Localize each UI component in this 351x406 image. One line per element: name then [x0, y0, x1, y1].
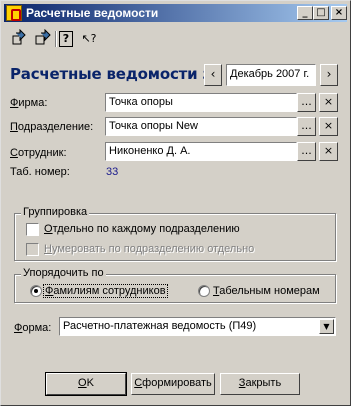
employee-select-button[interactable]: ... — [297, 142, 316, 161]
form-select[interactable]: Расчетно-платежная ведомость (П49) ▼ — [59, 317, 336, 336]
by-department-label[interactable]: Отдельно по каждому подразделению — [44, 223, 240, 235]
department-select-button[interactable]: ... — [297, 117, 316, 136]
firm-clear-button[interactable]: × — [319, 93, 338, 112]
dropdown-arrow-icon[interactable]: ▼ — [319, 319, 334, 334]
grouping-caption: Группировка — [21, 206, 90, 218]
ordering-caption: Упорядочить по — [21, 267, 106, 279]
window-title: Расчетные ведомости — [26, 6, 159, 20]
minimize-button[interactable]: _ — [297, 6, 313, 20]
department-field[interactable]: Точка опоры New — [105, 117, 297, 136]
app-icon — [6, 5, 22, 21]
employee-clear-button[interactable]: × — [319, 142, 338, 161]
employee-label: Сотрудник: — [10, 147, 67, 159]
firm-select-button[interactable]: ... — [297, 93, 316, 112]
maximize-button[interactable]: □ — [313, 6, 329, 20]
department-clear-button[interactable]: × — [319, 117, 338, 136]
number-by-department-checkbox[interactable] — [26, 243, 39, 256]
generate-button[interactable]: Сформировать — [131, 373, 215, 395]
next-period-button[interactable]: › — [320, 64, 338, 86]
by-department-checkbox[interactable] — [26, 223, 39, 236]
save-icon[interactable] — [33, 28, 53, 49]
number-by-department-label: Нумеровать по подразделению отдельно — [44, 243, 255, 255]
tab-number-label: Таб. номер: — [10, 166, 70, 178]
employee-field[interactable]: Никоненко Д. А. — [105, 142, 297, 161]
form-label: Форма: — [14, 322, 52, 334]
report-window: Расчетные ведомости _ □ × ? ↖? Расчетные… — [0, 0, 351, 406]
firm-field[interactable]: Точка опоры — [105, 93, 297, 112]
ok-button[interactable]: ОK — [45, 372, 127, 396]
toolbar-separator — [55, 31, 57, 47]
close-window-button[interactable]: × — [331, 6, 347, 20]
form-select-value: Расчетно-платежная ведомость (П49) — [63, 320, 257, 332]
firm-label: Фирма: — [10, 97, 48, 109]
order-by-name-label[interactable]: Фамилиям сотрудников — [43, 284, 168, 298]
context-help-icon[interactable]: ↖? — [79, 29, 99, 49]
order-by-number-radio[interactable] — [198, 285, 210, 297]
period-field[interactable]: Декабрь 2007 г. — [226, 64, 316, 86]
close-button[interactable]: Закрыть — [220, 373, 300, 395]
order-by-number-label[interactable]: Табельным номерам — [213, 285, 320, 297]
page-title: Расчетные ведомости за — [10, 65, 221, 83]
department-label: Подразделение: — [10, 121, 94, 133]
prev-period-button[interactable]: ‹ — [204, 64, 222, 86]
help-icon[interactable]: ? — [59, 31, 73, 47]
restore-icon[interactable] — [9, 28, 29, 49]
tab-number-value: 33 — [106, 166, 119, 178]
order-by-name-radio[interactable] — [30, 285, 42, 297]
title-bar[interactable]: Расчетные ведомости _ □ × — [4, 4, 347, 22]
